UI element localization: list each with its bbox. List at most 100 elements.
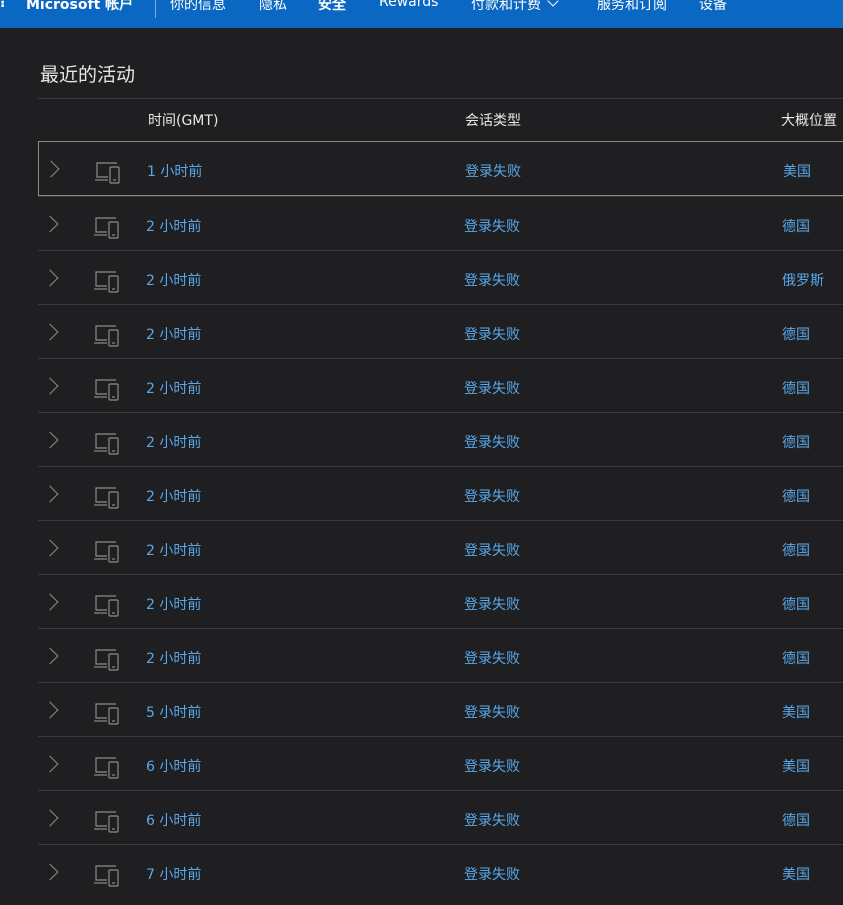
devices-icon	[93, 485, 125, 509]
chevron-right-icon[interactable]	[41, 377, 59, 395]
row-location[interactable]: 德国	[782, 486, 810, 506]
nav-item-privacy[interactable]: 隐私	[259, 0, 287, 14]
nav-item-rewards[interactable]: Rewards	[379, 0, 438, 10]
row-session-type[interactable]: 登录失败	[464, 594, 520, 614]
recent-activity-table: 时间(GMT) 会话类型 大概位置 1 小时前 登录失败 美国 2 小时前 登录失败 德国…	[38, 98, 843, 898]
devices-icon	[93, 701, 125, 725]
row-session-type[interactable]: 登录失败	[464, 810, 520, 830]
row-session-type[interactable]: 登录失败	[464, 864, 520, 884]
chevron-right-icon[interactable]	[41, 431, 59, 449]
chevron-right-icon[interactable]	[41, 485, 59, 503]
table-row[interactable]: 2 小时前 登录失败 德国	[38, 520, 843, 574]
chevron-right-icon[interactable]	[41, 323, 59, 341]
table-row[interactable]: 5 小时前 登录失败 美国	[38, 682, 843, 736]
row-session-type[interactable]: 登录失败	[464, 756, 520, 776]
nav-item-your-info[interactable]: 你的信息	[170, 0, 226, 14]
chevron-down-icon	[547, 0, 559, 7]
row-time[interactable]: 2 小时前	[146, 540, 201, 560]
table-row[interactable]: 7 小时前 登录失败 美国	[38, 844, 843, 898]
row-time[interactable]: 6 小时前	[146, 756, 201, 776]
row-session-type[interactable]: 登录失败	[464, 216, 520, 236]
row-location[interactable]: 德国	[782, 216, 810, 236]
chevron-right-icon[interactable]	[41, 215, 59, 233]
devices-icon	[94, 160, 126, 184]
table-row[interactable]: 1 小时前 登录失败 美国	[38, 141, 843, 196]
row-location[interactable]: 美国	[782, 864, 810, 884]
chevron-right-icon[interactable]	[42, 160, 60, 178]
row-session-type[interactable]: 登录失败	[465, 161, 521, 181]
brand-title[interactable]: Microsoft 帐户	[26, 0, 133, 14]
devices-icon	[93, 809, 125, 833]
chevron-right-icon[interactable]	[41, 863, 59, 881]
row-location[interactable]: 俄罗斯	[782, 270, 824, 290]
row-session-type[interactable]: 登录失败	[464, 648, 520, 668]
row-time[interactable]: 2 小时前	[146, 324, 201, 344]
nav-divider	[155, 0, 156, 18]
table-row[interactable]: 2 小时前 登录失败 德国	[38, 574, 843, 628]
row-time[interactable]: 2 小时前	[146, 594, 201, 614]
row-time[interactable]: 2 小时前	[146, 432, 201, 452]
row-session-type[interactable]: 登录失败	[464, 486, 520, 506]
table-row[interactable]: 2 小时前 登录失败 德国	[38, 196, 843, 250]
table-row[interactable]: 2 小时前 登录失败 俄罗斯	[38, 250, 843, 304]
chevron-right-icon[interactable]	[41, 593, 59, 611]
nav-item-devices[interactable]: 设备	[699, 0, 727, 14]
table-row[interactable]: 2 小时前 登录失败 德国	[38, 358, 843, 412]
row-location[interactable]: 德国	[782, 540, 810, 560]
row-session-type[interactable]: 登录失败	[464, 324, 520, 344]
table-row[interactable]: 2 小时前 登录失败 德国	[38, 304, 843, 358]
devices-icon	[93, 863, 125, 887]
column-header-session-type: 会话类型	[465, 113, 521, 129]
chevron-right-icon[interactable]	[41, 539, 59, 557]
row-time[interactable]: 7 小时前	[146, 864, 201, 884]
devices-icon	[93, 215, 125, 239]
table-header: 时间(GMT) 会话类型 大概位置	[38, 98, 843, 141]
row-location[interactable]: 美国	[783, 161, 811, 181]
row-session-type[interactable]: 登录失败	[464, 270, 520, 290]
chevron-right-icon[interactable]	[41, 755, 59, 773]
row-time[interactable]: 2 小时前	[146, 648, 201, 668]
table-row[interactable]: 6 小时前 登录失败 德国	[38, 790, 843, 844]
row-location[interactable]: 美国	[782, 756, 810, 776]
row-session-type[interactable]: 登录失败	[464, 432, 520, 452]
row-session-type[interactable]: 登录失败	[464, 378, 520, 398]
table-row[interactable]: 2 小时前 登录失败 德国	[38, 412, 843, 466]
chevron-right-icon[interactable]	[41, 809, 59, 827]
row-session-type[interactable]: 登录失败	[464, 540, 520, 560]
table-row[interactable]: 6 小时前 登录失败 美国	[38, 736, 843, 790]
row-location[interactable]: 德国	[782, 648, 810, 668]
table-body: 1 小时前 登录失败 美国 2 小时前 登录失败 德国 2 小时前 登录失败 俄罗斯 2 小时前登…	[38, 141, 843, 898]
chevron-right-icon[interactable]	[41, 701, 59, 719]
chevron-right-icon[interactable]	[41, 269, 59, 287]
row-location[interactable]: 德国	[782, 378, 810, 398]
devices-icon	[93, 269, 125, 293]
column-header-location: 大概位置	[781, 113, 837, 129]
table-row[interactable]: 2 小时前 登录失败 德国	[38, 628, 843, 682]
nav-item-services-subscriptions[interactable]: 服务和订阅	[597, 0, 667, 14]
chevron-right-icon[interactable]	[41, 647, 59, 665]
row-time[interactable]: 2 小时前	[146, 270, 201, 290]
row-location[interactable]: 德国	[782, 594, 810, 614]
devices-icon	[93, 647, 125, 671]
row-time[interactable]: 1 小时前	[147, 161, 202, 181]
devices-icon	[93, 593, 125, 617]
row-time[interactable]: 6 小时前	[146, 810, 201, 830]
nav-item-payment-billing-label: 付款和计费	[471, 0, 541, 13]
row-time[interactable]: 2 小时前	[146, 216, 201, 236]
row-time[interactable]: 5 小时前	[146, 702, 201, 722]
row-location[interactable]: 德国	[782, 810, 810, 830]
nav-item-payment-billing[interactable]: 付款和计费	[471, 0, 559, 14]
devices-icon	[93, 323, 125, 347]
row-location[interactable]: 美国	[782, 702, 810, 722]
row-location[interactable]: 德国	[782, 432, 810, 452]
table-row[interactable]: 2 小时前 登录失败 德国	[38, 466, 843, 520]
devices-icon	[93, 755, 125, 779]
row-time[interactable]: 2 小时前	[146, 378, 201, 398]
devices-icon	[93, 431, 125, 455]
row-location[interactable]: 德国	[782, 324, 810, 344]
row-time[interactable]: 2 小时前	[146, 486, 201, 506]
devices-icon	[93, 539, 125, 563]
nav-item-security[interactable]: 安全	[318, 0, 346, 14]
app-launcher-icon[interactable]: ⁝	[0, 0, 5, 11]
row-session-type[interactable]: 登录失败	[464, 702, 520, 722]
